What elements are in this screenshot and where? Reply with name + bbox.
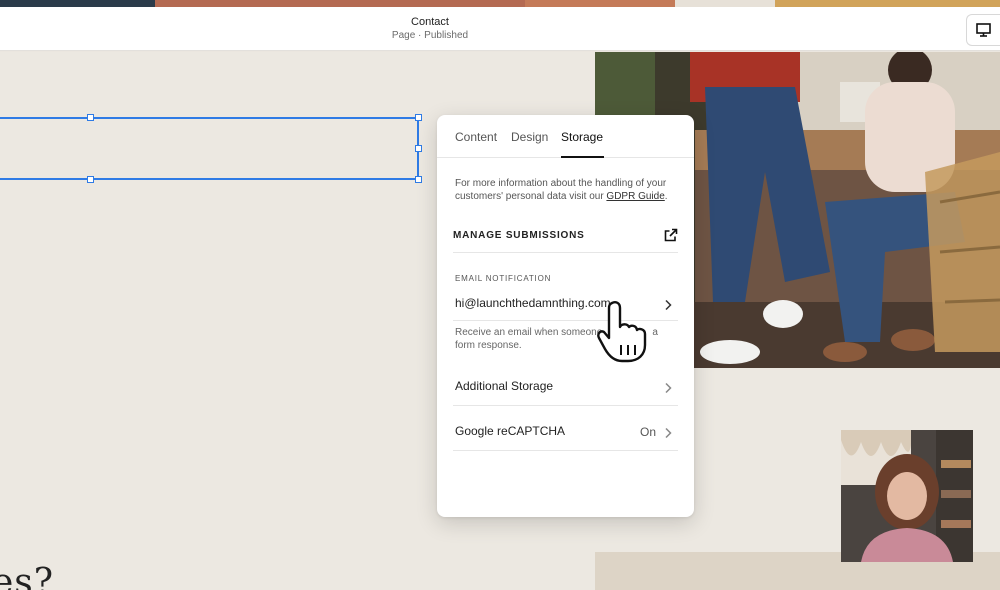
email-desc-line2: form response. (455, 340, 522, 351)
desktop-icon (976, 23, 991, 37)
manage-submissions-label: MANAGE SUBMISSIONS (453, 230, 585, 241)
tab-content[interactable]: Content (455, 130, 497, 144)
page-status: Page · Published (391, 30, 469, 41)
panel-tabs: Content Design Storage (437, 115, 694, 158)
resize-handle-bottom-right[interactable] (415, 176, 422, 183)
gdpr-info-text: For more information about the handling … (455, 177, 683, 203)
resize-handle-top-right[interactable] (415, 114, 422, 121)
gdpr-guide-link[interactable]: GDPR Guide (606, 191, 664, 202)
recaptcha-row[interactable]: Google reCAPTCHA On (453, 413, 678, 451)
resize-handle-top[interactable] (87, 114, 94, 121)
chevron-right-icon (665, 299, 672, 311)
presenter-webcam-image (841, 430, 973, 562)
top-color-strip (0, 0, 1000, 7)
webcam-overlay (841, 430, 973, 562)
email-notification-value: hi@launchthedamnthing.com (455, 296, 611, 310)
chevron-right-icon (665, 427, 672, 439)
gdpr-info-end: . (664, 191, 668, 202)
additional-storage-row[interactable]: Additional Storage (453, 368, 678, 406)
chevron-right-icon (665, 382, 672, 394)
additional-storage-label: Additional Storage (455, 379, 554, 393)
recaptcha-label: Google reCAPTCHA (455, 424, 566, 438)
resize-handle-bottom[interactable] (87, 176, 94, 183)
tab-design[interactable]: Design (511, 130, 548, 144)
active-tab-indicator (561, 156, 604, 158)
device-preview-button[interactable] (966, 14, 1000, 46)
recaptcha-status: On (639, 425, 656, 439)
resize-handle-right[interactable] (415, 145, 422, 152)
hand-pointer-cursor-icon (597, 301, 647, 363)
heading-text-fragment: es? (0, 562, 55, 590)
email-notification-heading: EMAIL NOTIFICATION (455, 274, 552, 283)
selected-form-block[interactable] (0, 114, 422, 183)
editor-top-bar: Contact Page · Published (0, 7, 1000, 51)
page-title: Contact (411, 16, 449, 28)
manage-submissions-row[interactable]: MANAGE SUBMISSIONS (453, 225, 678, 253)
email-desc-line1: Receive an email when someone (455, 327, 603, 338)
external-link-icon[interactable] (664, 228, 678, 242)
tab-storage[interactable]: Storage (561, 130, 603, 144)
